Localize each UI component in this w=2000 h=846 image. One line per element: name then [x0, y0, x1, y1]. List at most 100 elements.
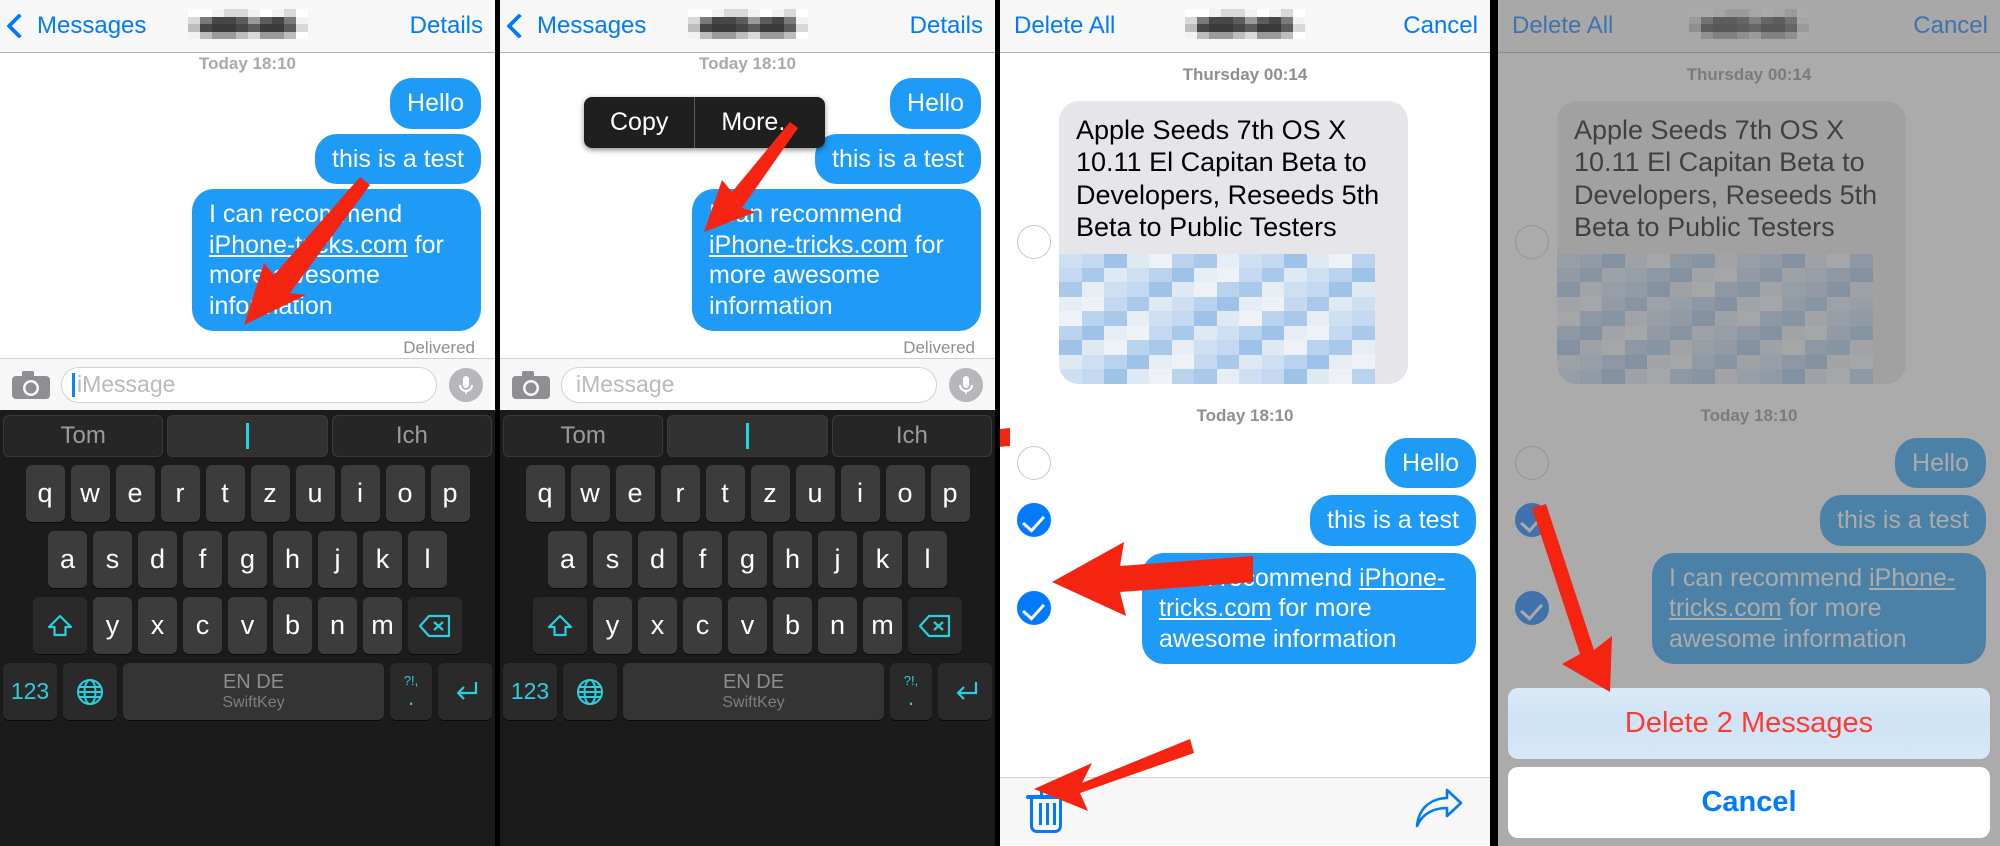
keyboard-row-2[interactable]: asdfghjkl [503, 531, 992, 588]
more-menu-item[interactable]: More... [695, 97, 825, 148]
key-y[interactable]: y [93, 597, 132, 654]
key-a[interactable]: a [548, 531, 587, 588]
shift-key[interactable] [533, 597, 587, 654]
return-key[interactable] [438, 663, 492, 720]
key-k[interactable]: k [863, 531, 902, 588]
selection-circle-checked[interactable] [1017, 591, 1051, 626]
message-thread[interactable]: Today 18:10 Hello this is a test I can r… [0, 53, 495, 358]
forward-arrow-icon[interactable] [1414, 788, 1464, 835]
selectable-message-row[interactable]: Apple Seeds 7th OS X 10.11 El Capitan Be… [1000, 101, 1490, 384]
letter-keys-row3[interactable]: yxcvbnm [593, 597, 902, 654]
key-x[interactable]: x [638, 597, 677, 654]
keyboard-row-1[interactable]: qwertzuiop [3, 465, 492, 522]
key-d[interactable]: d [138, 531, 177, 588]
keyboard-row-3[interactable]: yxcvbnm [503, 597, 992, 654]
camera-icon[interactable] [512, 370, 550, 400]
key-e[interactable]: e [115, 465, 155, 522]
key-g[interactable]: g [228, 531, 267, 588]
key-x[interactable]: x [138, 597, 177, 654]
key-y[interactable]: y [593, 597, 632, 654]
key-k[interactable]: k [363, 531, 402, 588]
keyboard[interactable]: Tom Ich qwertzuiop asdfghjkl yxcvbnm 123 [500, 410, 995, 846]
message-bubble[interactable]: this is a test [815, 133, 981, 184]
return-key[interactable] [938, 663, 992, 720]
link-iphone-tricks[interactable]: iPhone-tricks.com [709, 231, 908, 259]
key-u[interactable]: u [795, 465, 835, 522]
copy-more-popup[interactable]: Copy More... [584, 97, 826, 148]
key-w[interactable]: w [70, 465, 110, 522]
punctuation-key[interactable]: ?!, . [390, 663, 432, 720]
key-c[interactable]: c [683, 597, 722, 654]
prediction-current[interactable] [667, 415, 828, 457]
delete-all-button[interactable]: Delete All [1000, 12, 1115, 40]
key-s[interactable]: s [593, 531, 632, 588]
details-button[interactable]: Details [410, 12, 483, 40]
shift-key[interactable] [33, 597, 87, 654]
key-h[interactable]: h [273, 531, 312, 588]
keyboard-row-4[interactable]: 123 EN DE SwiftKey ?!, . [503, 663, 992, 720]
message-bubble-link[interactable]: I can recommend iPhone-tricks.com for mo… [192, 189, 481, 331]
link-iphone-tricks[interactable]: iPhone-tricks.com [1159, 564, 1445, 623]
message-bubble[interactable]: this is a test [315, 133, 481, 184]
key-g[interactable]: g [728, 531, 767, 588]
message-bubble[interactable]: Hello [890, 78, 981, 129]
key-s[interactable]: s [93, 531, 132, 588]
key-z[interactable]: z [250, 465, 290, 522]
message-row[interactable]: Hello [14, 78, 481, 129]
backspace-key[interactable] [908, 597, 962, 654]
space-key[interactable]: EN DE SwiftKey [123, 663, 384, 720]
key-j[interactable]: j [318, 531, 357, 588]
globe-icon[interactable] [63, 663, 117, 720]
selection-circle[interactable] [1017, 445, 1051, 480]
details-button[interactable]: Details [910, 12, 983, 40]
selectable-message-row[interactable]: this is a test [1000, 495, 1490, 546]
link-iphone-tricks[interactable]: iPhone-tricks.com [209, 231, 408, 259]
delete-messages-button[interactable]: Delete 2 Messages [1508, 688, 1990, 759]
prediction-tom[interactable]: Tom [503, 415, 664, 457]
trash-icon[interactable] [1026, 788, 1066, 835]
key-v[interactable]: v [228, 597, 267, 654]
back-button[interactable]: Messages [0, 12, 146, 40]
back-button[interactable]: Messages [500, 12, 646, 40]
key-l[interactable]: l [408, 531, 447, 588]
key-e[interactable]: e [615, 465, 655, 522]
message-input-field[interactable]: iMessage [561, 366, 937, 403]
message-thread[interactable]: Thursday 00:14 Apple Seeds 7th OS X 10.1… [1000, 53, 1490, 777]
delete-action-sheet[interactable]: Delete 2 Messages Cancel [1508, 688, 1990, 838]
key-c[interactable]: c [183, 597, 222, 654]
keyboard[interactable]: Tom Ich qwertzuiop asdfghjkl yxcvbnm 123 [0, 410, 495, 846]
key-q[interactable]: q [525, 465, 565, 522]
selection-circle[interactable] [1017, 225, 1051, 260]
keyboard-row-1[interactable]: qwertzuiop [503, 465, 992, 522]
copy-menu-item[interactable]: Copy [584, 97, 694, 148]
key-o[interactable]: o [885, 465, 925, 522]
prediction-current[interactable] [167, 415, 328, 457]
selection-circle-checked[interactable] [1017, 503, 1051, 538]
prediction-ich[interactable]: Ich [331, 415, 492, 457]
key-o[interactable]: o [385, 465, 425, 522]
space-key[interactable]: EN DE SwiftKey [623, 663, 884, 720]
prediction-bar[interactable]: Tom Ich [3, 415, 492, 457]
prediction-tom[interactable]: Tom [3, 415, 164, 457]
key-r[interactable]: r [160, 465, 200, 522]
key-h[interactable]: h [773, 531, 812, 588]
key-q[interactable]: q [25, 465, 65, 522]
backspace-key[interactable] [408, 597, 462, 654]
key-d[interactable]: d [638, 531, 677, 588]
key-u[interactable]: u [295, 465, 335, 522]
key-t[interactable]: t [205, 465, 245, 522]
key-w[interactable]: w [570, 465, 610, 522]
key-i[interactable]: i [840, 465, 880, 522]
key-a[interactable]: a [48, 531, 87, 588]
key-v[interactable]: v [728, 597, 767, 654]
key-m[interactable]: m [363, 597, 402, 654]
key-p[interactable]: p [930, 465, 970, 522]
keyboard-row-4[interactable]: 123 EN DE SwiftKey ?!, . [3, 663, 492, 720]
message-bubble-link[interactable]: I can recommend iPhone-tricks.com for mo… [1142, 552, 1476, 665]
message-row[interactable]: I can recommend iPhone-tricks.com for mo… [514, 189, 981, 331]
message-bubble[interactable]: Hello [390, 78, 481, 129]
punctuation-key[interactable]: ?!, . [890, 663, 932, 720]
key-f[interactable]: f [183, 531, 222, 588]
numbers-key[interactable]: 123 [3, 663, 57, 720]
message-bubble[interactable]: this is a test [1310, 495, 1476, 546]
